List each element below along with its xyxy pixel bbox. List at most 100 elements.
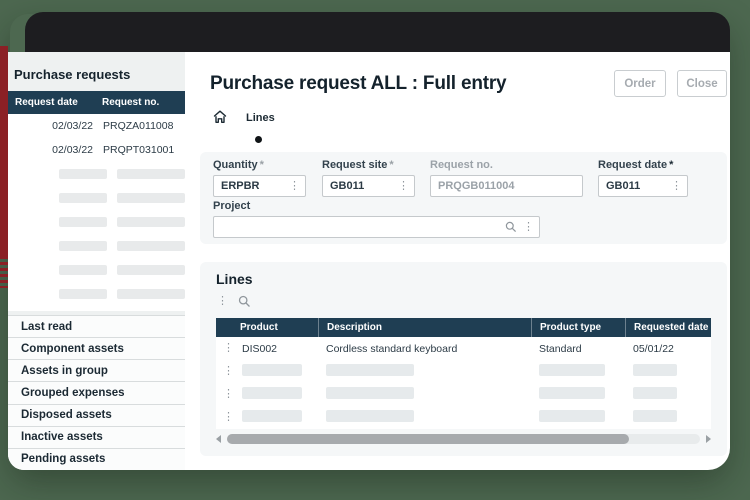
request-no-field[interactable]: PRQGB011004 — [430, 175, 583, 197]
placeholder-chip — [59, 265, 107, 275]
request-list-row[interactable]: 02/03/22PRQZA011008 — [8, 114, 185, 138]
product-cell: DIS002 — [242, 343, 318, 355]
sidebar-menu-item[interactable]: Last read — [8, 315, 185, 337]
placeholder-chip — [326, 410, 414, 422]
description-cell — [318, 364, 531, 379]
description-cell — [318, 410, 531, 425]
grid-options-icon[interactable]: ⋮ — [217, 296, 228, 307]
placeholder-chip — [117, 217, 185, 227]
sidebar-menu-item[interactable]: Inactive assets — [8, 426, 185, 448]
product-cell — [242, 410, 318, 425]
field-options-icon[interactable]: ⋮ — [671, 181, 682, 192]
sidebar: Purchase requests Request date Request n… — [8, 52, 185, 470]
placeholder-chip — [326, 387, 414, 399]
quantity-field[interactable]: ERPBR ⋮ — [213, 175, 306, 197]
search-icon[interactable] — [505, 221, 517, 233]
request-list-placeholder-row[interactable] — [8, 186, 185, 210]
request-list-placeholder-row[interactable] — [8, 210, 185, 234]
placeholder-chip — [117, 169, 185, 179]
main-panel: Purchase request ALL : Full entry Order … — [185, 52, 730, 470]
sidebar-menu-item[interactable]: Pending assets — [8, 448, 185, 470]
header-form-card: Quantity* ERPBR ⋮ Request site* GB011 ⋮ … — [200, 152, 727, 244]
sidebar-title: Purchase requests — [8, 52, 185, 91]
placeholder-chip — [117, 241, 185, 251]
field-options-icon[interactable]: ⋮ — [523, 222, 534, 233]
placeholder-chip — [59, 193, 107, 203]
request-list-placeholder-row[interactable] — [8, 258, 185, 282]
product-type-cell: Standard — [531, 343, 625, 355]
product-column-header: Product — [216, 318, 318, 337]
placeholder-chip — [539, 410, 605, 422]
home-icon[interactable] — [212, 109, 228, 125]
app-background: Purchase requests Request date Request n… — [0, 0, 750, 500]
left-accent-strip — [0, 46, 8, 256]
required-marker: * — [260, 159, 264, 171]
row-handle-icon[interactable]: ⋮ — [216, 412, 242, 423]
row-handle-icon[interactable]: ⋮ — [216, 389, 242, 400]
requested-date-cell — [625, 410, 711, 425]
request-date-field[interactable]: GB011 ⋮ — [598, 175, 688, 197]
product-type-cell — [531, 387, 625, 402]
lines-table-row[interactable]: ⋮DIS002Cordless standard keyboardStandar… — [216, 337, 711, 360]
lines-table-placeholder-row[interactable]: ⋮ — [216, 406, 711, 429]
placeholder-chip — [242, 364, 302, 376]
lines-card: Lines ⋮ Product Description Product type… — [200, 262, 727, 456]
request-list-placeholder-row[interactable] — [8, 306, 185, 311]
product-cell — [242, 364, 318, 379]
project-label: Project — [213, 200, 250, 212]
lines-table-placeholder-row[interactable]: ⋮ — [216, 383, 711, 406]
request-site-field[interactable]: GB011 ⋮ — [322, 175, 415, 197]
placeholder-chip — [59, 169, 107, 179]
horizontal-scrollbar — [216, 433, 711, 445]
row-handle-icon[interactable]: ⋮ — [216, 343, 242, 354]
tab-lines[interactable]: Lines — [246, 112, 275, 124]
placeholder-chip — [633, 364, 677, 376]
request-site-label: Request site* — [322, 159, 415, 171]
grid-search-icon[interactable] — [238, 295, 251, 308]
request-no-cell: PRQPT031001 — [96, 144, 185, 156]
request-list-placeholder-row[interactable] — [8, 162, 185, 186]
placeholder-chip — [633, 387, 677, 399]
request-list-row[interactable]: 02/03/22PRQPT031001 — [8, 138, 185, 162]
lines-table-placeholder-row[interactable]: ⋮ — [216, 360, 711, 383]
request-list-placeholder-row[interactable] — [8, 234, 185, 258]
required-marker: * — [389, 159, 393, 171]
sidebar-menu-item[interactable]: Assets in group — [8, 359, 185, 381]
product-cell — [242, 387, 318, 402]
request-no-label: Request no. — [430, 159, 583, 171]
order-button[interactable]: Order — [614, 70, 666, 97]
window-titlebar — [25, 12, 730, 52]
sidebar-menu-item[interactable]: Disposed assets — [8, 404, 185, 426]
placeholder-chip — [117, 265, 185, 275]
description-cell: Cordless standard keyboard — [318, 343, 531, 355]
close-button[interactable]: Close — [677, 70, 727, 97]
placeholder-chip — [117, 289, 185, 299]
required-marker: * — [669, 159, 673, 171]
scroll-right-icon[interactable] — [706, 435, 711, 443]
project-field[interactable]: ⋮ — [213, 216, 540, 238]
quantity-value: ERPBR — [221, 180, 289, 192]
request-list-placeholder-row[interactable] — [8, 282, 185, 306]
request-no-column-header: Request no. — [96, 97, 185, 108]
active-tab-indicator — [255, 136, 262, 143]
request-list-header: Request date Request no. — [8, 91, 185, 114]
lines-table-body: ⋮DIS002Cordless standard keyboardStandar… — [216, 337, 711, 429]
placeholder-chip — [117, 193, 185, 203]
scroll-left-icon[interactable] — [216, 435, 221, 443]
sidebar-menu: Last readComponent assetsAssets in group… — [8, 315, 185, 470]
sidebar-menu-item[interactable]: Component assets — [8, 337, 185, 359]
request-date-cell: 02/03/22 — [8, 144, 96, 156]
requested-date-cell: 05/01/22 — [625, 343, 711, 355]
row-handle-icon[interactable]: ⋮ — [216, 366, 242, 377]
field-options-icon[interactable]: ⋮ — [398, 181, 409, 192]
request-date-cell: 02/03/22 — [8, 120, 96, 132]
lines-table: Product Description Product type Request… — [216, 318, 711, 429]
lines-table-header: Product Description Product type Request… — [216, 318, 711, 337]
placeholder-chip — [242, 410, 302, 422]
scrollbar-thumb[interactable] — [227, 434, 629, 444]
scrollbar-track[interactable] — [227, 434, 700, 444]
sidebar-menu-item[interactable]: Grouped expenses — [8, 381, 185, 403]
field-options-icon[interactable]: ⋮ — [289, 181, 300, 192]
requested-date-cell — [625, 364, 711, 379]
product-type-cell — [531, 410, 625, 425]
